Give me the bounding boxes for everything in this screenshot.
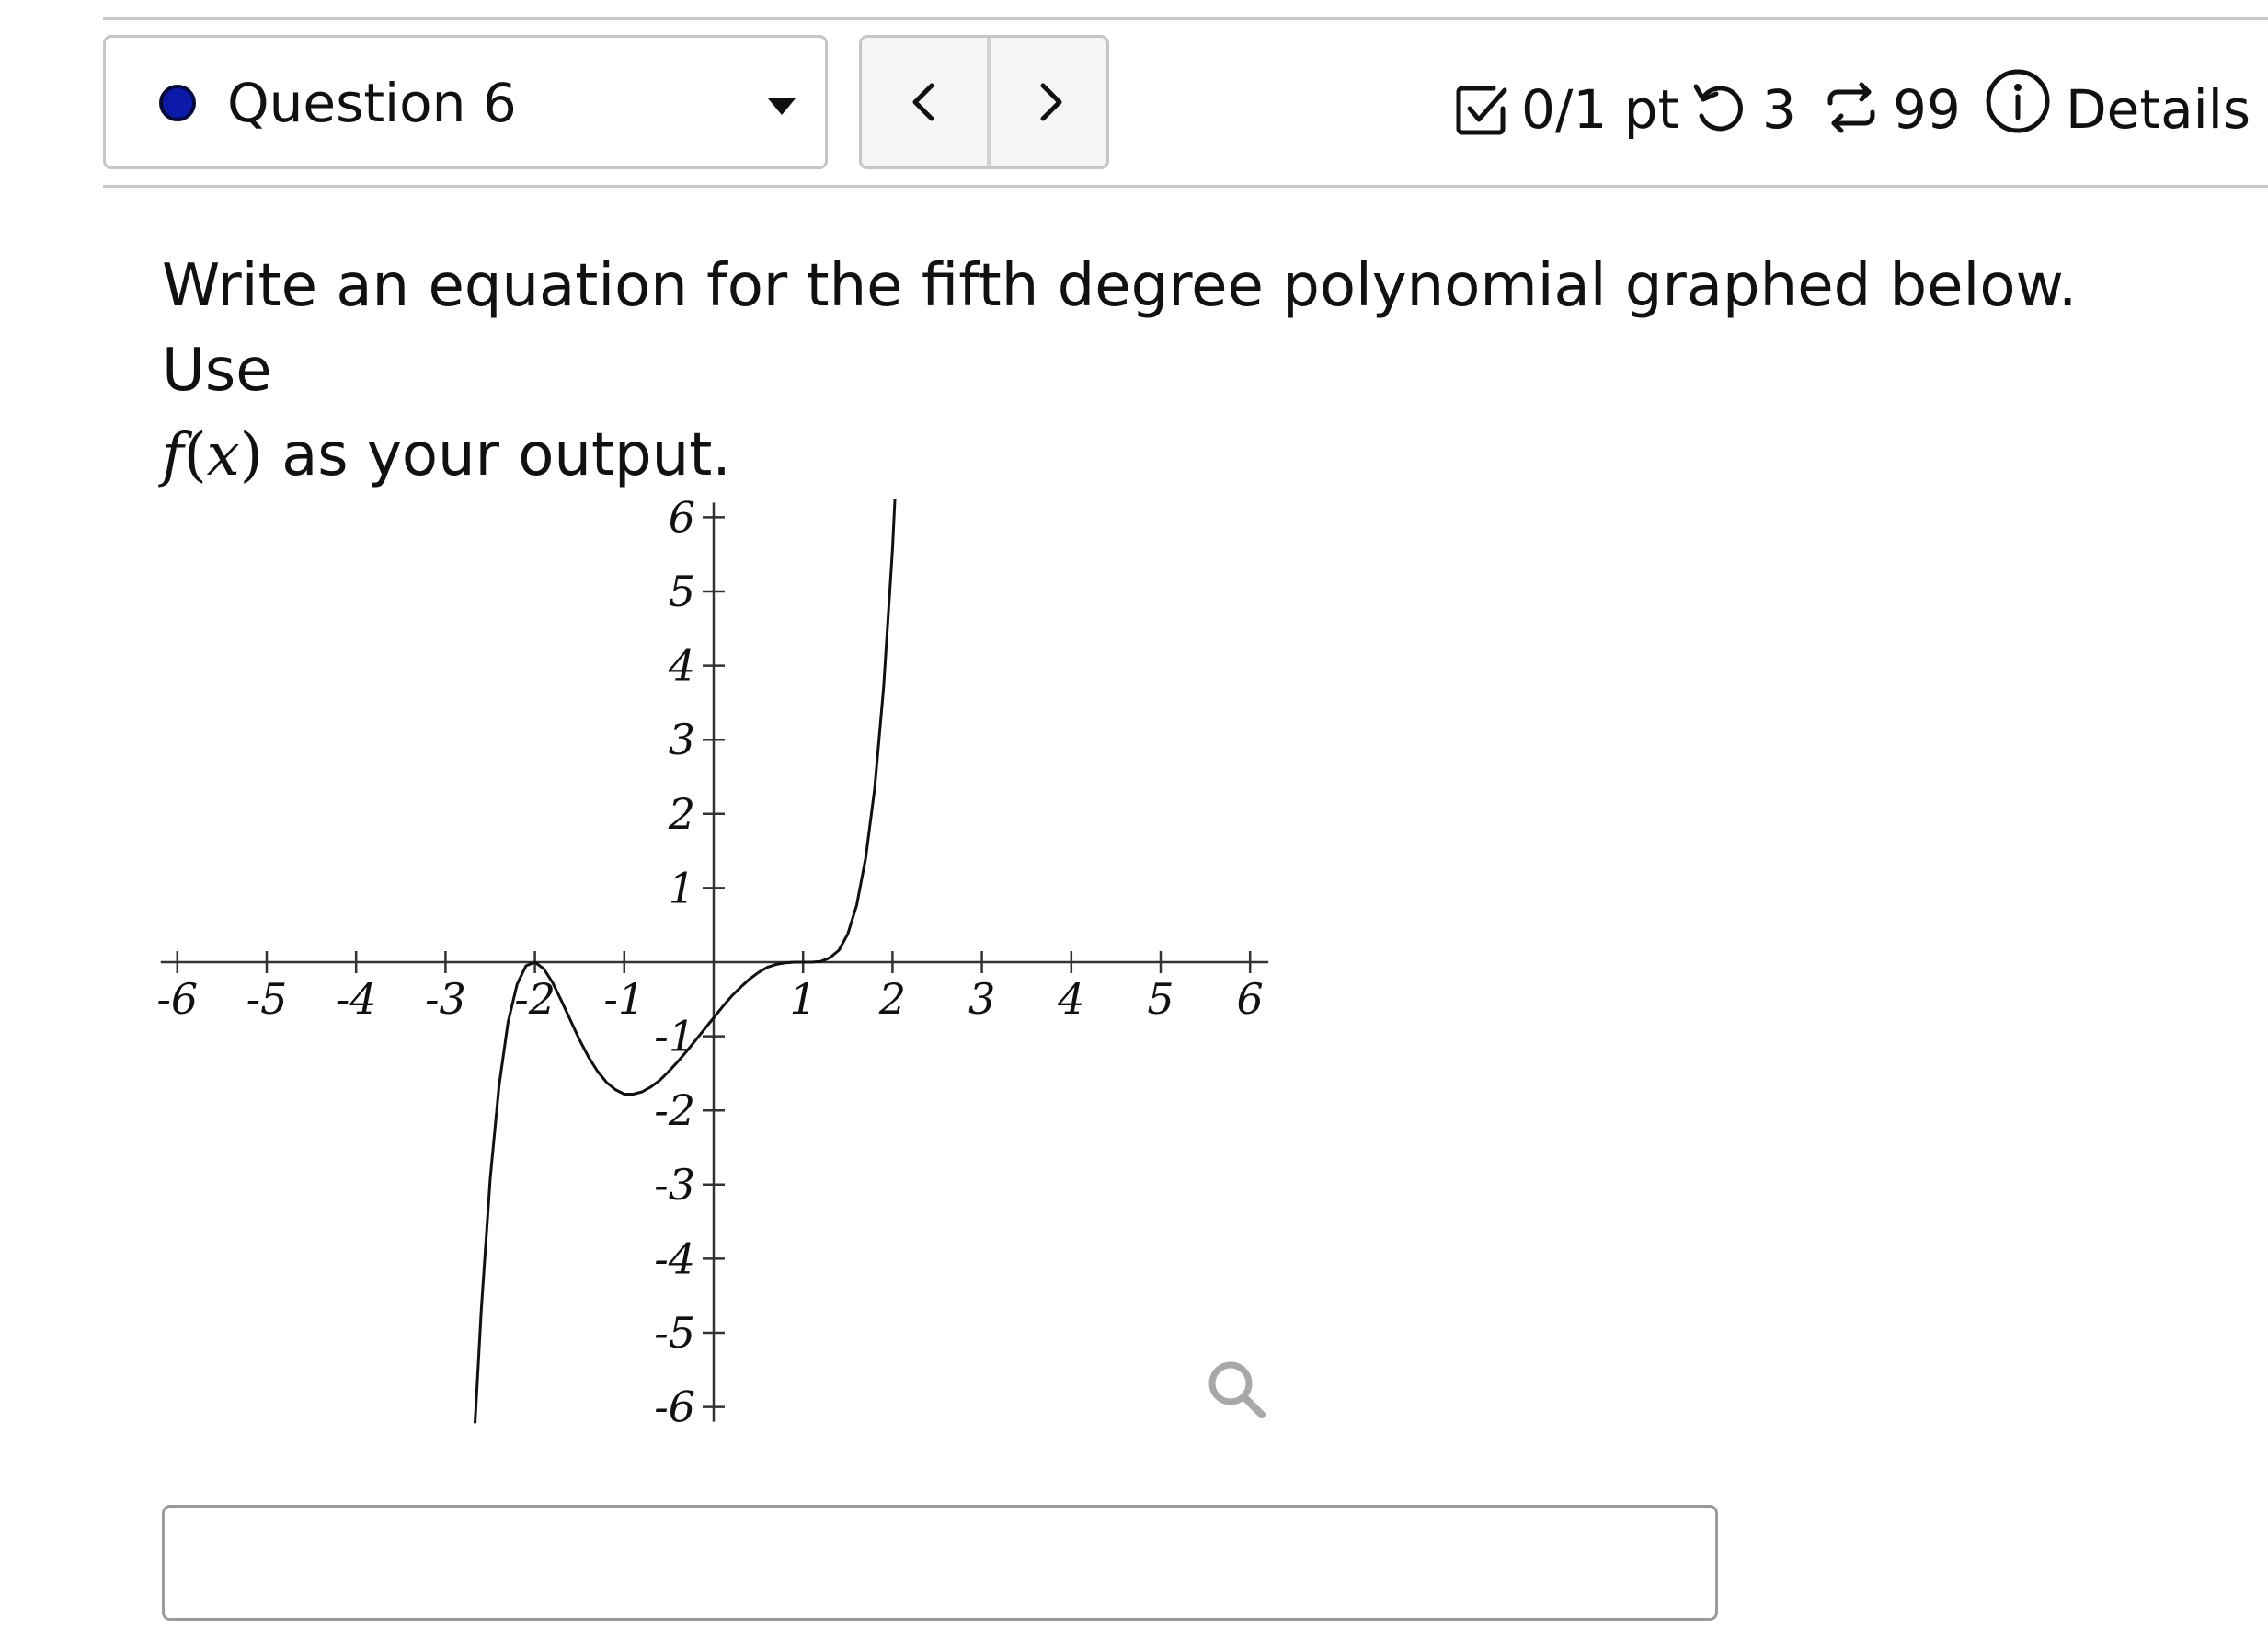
y-tick-label: -6 bbox=[654, 1382, 695, 1432]
y-tick-label: 6 bbox=[669, 492, 695, 542]
x-tick-label: -4 bbox=[336, 974, 377, 1024]
y-tick-label: -5 bbox=[654, 1308, 695, 1358]
y-tick-label: 4 bbox=[668, 641, 695, 691]
answer-input[interactable] bbox=[162, 1505, 1718, 1621]
y-tick-label: -4 bbox=[654, 1233, 695, 1283]
zoom-magnifier-icon[interactable] bbox=[1207, 1359, 1267, 1420]
y-tick-label: 3 bbox=[669, 715, 695, 764]
y-tick-label: -3 bbox=[654, 1160, 695, 1210]
polynomial-graph: -6 -5 -4 -3 -2 -1 1 2 3 4 5 6 6 5 4 3 2 1 -1 -2 -3 -4 -5 -6 bbox=[156, 492, 1269, 1432]
x-tick-label: 2 bbox=[878, 974, 906, 1024]
y-tick-label: -2 bbox=[654, 1085, 695, 1135]
x-tick-label: 5 bbox=[1147, 974, 1174, 1024]
x-tick-label: 3 bbox=[968, 974, 995, 1024]
y-tick-label: -1 bbox=[654, 1012, 695, 1061]
x-tick-label: -1 bbox=[603, 974, 645, 1024]
y-tick-label: 1 bbox=[669, 863, 695, 912]
x-tick-label: 6 bbox=[1237, 974, 1264, 1024]
x-tick-label: 4 bbox=[1057, 974, 1084, 1024]
x-tick-label: -5 bbox=[246, 974, 288, 1024]
x-tick-label: -3 bbox=[425, 974, 466, 1024]
x-tick-label: -6 bbox=[156, 974, 198, 1024]
x-tick-label: -2 bbox=[514, 974, 556, 1024]
y-tick-label: 5 bbox=[669, 567, 695, 616]
x-tick-label: 1 bbox=[790, 974, 817, 1024]
y-tick-label: 2 bbox=[668, 789, 695, 839]
